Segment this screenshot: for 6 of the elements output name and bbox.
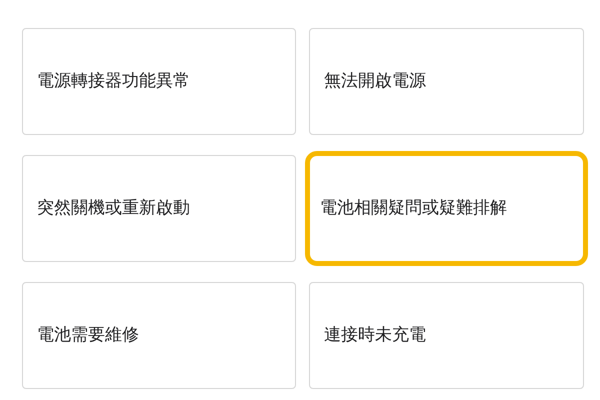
option-card[interactable]: 無法開啟電源 bbox=[309, 28, 584, 135]
option-card[interactable]: 連接時未充電 bbox=[309, 282, 584, 389]
option-card[interactable]: 突然關機或重新啟動 bbox=[22, 155, 296, 262]
option-card[interactable]: 電源轉接器功能異常 bbox=[22, 28, 296, 135]
option-card[interactable]: 電池相關疑問或疑難排解 bbox=[305, 151, 588, 266]
option-card[interactable]: 電池需要維修 bbox=[22, 282, 296, 389]
